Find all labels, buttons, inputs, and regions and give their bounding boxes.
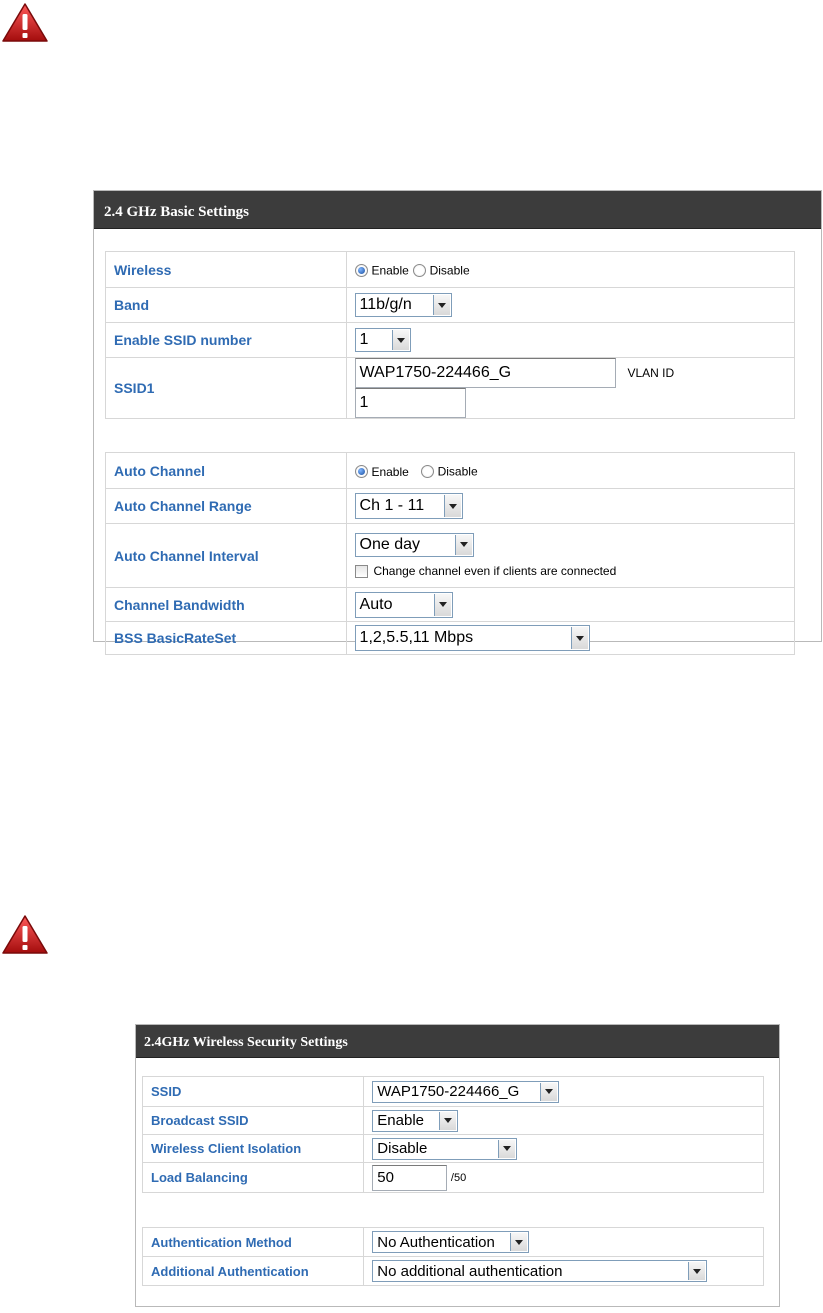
chevron-down-icon[interactable]: [443, 495, 461, 517]
panel-title: 2.4GHz Wireless Security Settings: [136, 1025, 779, 1058]
auto-channel-enable-label: Enable: [371, 464, 409, 479]
change-channel-checkbox[interactable]: [354, 564, 368, 578]
band-row: Band 11b/g/n: [105, 287, 796, 323]
auth-method-value: No Authentication: [377, 1233, 495, 1251]
broadcast-label: Broadcast SSID: [141, 1106, 365, 1135]
bandwidth-label: Channel Bandwidth: [105, 587, 347, 622]
channel-range-value: Ch 1 - 11: [359, 497, 425, 514]
isolation-label: Wireless Client Isolation: [141, 1134, 365, 1163]
ssid-number-select[interactable]: 1: [354, 328, 411, 352]
ssid-number-label: Enable SSID number: [105, 322, 347, 358]
bandwidth-value: Auto: [359, 595, 393, 613]
chevron-down-icon[interactable]: [498, 1139, 516, 1158]
wireless-enable-label: Enable: [371, 263, 409, 278]
load-balancing-input[interactable]: 50: [372, 1164, 448, 1191]
chevron-down-icon[interactable]: [432, 295, 450, 315]
wireless-disable-label: Disable: [429, 263, 470, 278]
additional-auth-label: Additional Authentication: [141, 1256, 365, 1286]
chevron-down-icon[interactable]: [688, 1262, 706, 1280]
additional-auth-select[interactable]: No additional authentication: [372, 1260, 708, 1282]
load-balancing-suffix: /50: [450, 1171, 467, 1184]
ssid1-label: SSID1: [105, 357, 347, 419]
auth-method-label: Authentication Method: [141, 1227, 365, 1257]
additional-auth-value: No additional authentication: [377, 1262, 563, 1280]
auto-channel-enable-radio[interactable]: [354, 465, 368, 479]
ssid1-input[interactable]: WAP1750-224466_G: [354, 358, 616, 388]
ssid-number-row: Enable SSID number 1: [105, 322, 796, 358]
panel-title: 2.4 GHz Basic Settings: [94, 191, 821, 229]
wireless-row: Wireless Enable Disable: [105, 251, 796, 288]
auto-channel-disable-radio[interactable]: [420, 465, 434, 479]
auto-channel-row: Auto Channel Enable Disable: [105, 452, 796, 489]
load-balancing-label: Load Balancing: [141, 1162, 365, 1193]
isolation-row: Wireless Client Isolation Disable: [141, 1134, 764, 1163]
wireless-enable-radio[interactable]: [354, 264, 368, 278]
chevron-down-icon[interactable]: [439, 1111, 457, 1130]
chevron-down-icon[interactable]: [433, 593, 451, 616]
channel-range-row: Auto Channel Range Ch 1 - 11: [105, 488, 796, 524]
band-select[interactable]: 11b/g/n: [354, 293, 452, 317]
channel-interval-row: Auto Channel Interval One day Change cha…: [105, 523, 796, 588]
spacer-row: [143, 1193, 764, 1228]
isolation-select[interactable]: Disable: [372, 1137, 518, 1160]
chevron-down-icon[interactable]: [454, 534, 472, 555]
channel-interval-select[interactable]: One day: [354, 532, 474, 557]
auth-method-select[interactable]: No Authentication: [372, 1231, 530, 1253]
channel-range-label: Auto Channel Range: [105, 488, 347, 524]
broadcast-select[interactable]: Enable: [372, 1109, 459, 1132]
change-channel-label: Change channel even if clients are conne…: [373, 564, 617, 579]
chevron-down-icon[interactable]: [510, 1233, 528, 1251]
chevron-down-icon[interactable]: [540, 1082, 558, 1101]
sec-ssid-label: SSID: [141, 1076, 365, 1107]
vlan-label: VLAN ID: [627, 366, 675, 380]
ssid1-row: SSID1 WAP1750-224466_G VLAN ID 1: [105, 357, 796, 419]
spacer-row: [106, 419, 795, 453]
auto-channel-disable-label: Disable: [437, 464, 478, 479]
load-balancing-row: Load Balancing 50 /50: [141, 1162, 764, 1193]
rateset-value: 1,2,5.5,11 Mbps: [359, 629, 474, 646]
chevron-down-icon[interactable]: [391, 330, 409, 350]
channel-interval-value: One day: [359, 535, 421, 553]
channel-interval-label: Auto Channel Interval: [105, 523, 347, 588]
rateset-row: BSS BasicRateSet 1,2,5.5,11 Mbps: [105, 621, 796, 655]
channel-range-select[interactable]: Ch 1 - 11: [354, 493, 463, 519]
wireless-options: Enable Disable: [345, 251, 796, 288]
isolation-value: Disable: [377, 1140, 428, 1157]
broadcast-row: Broadcast SSID Enable: [141, 1106, 764, 1135]
wireless-label: Wireless: [105, 251, 347, 288]
auth-method-row: Authentication Method No Authentication: [141, 1227, 764, 1257]
broadcast-value: Enable: [377, 1112, 424, 1129]
band-select-value: 11b/g/n: [359, 296, 412, 313]
security-settings-table: SSID WAP1750-224466_G Broadcast SSID Ena…: [141, 1076, 764, 1286]
additional-auth-row: Additional Authentication No additional …: [141, 1256, 764, 1286]
ssid-number-value: 1: [359, 331, 369, 348]
sec-ssid-value: WAP1750-224466_G: [377, 1083, 520, 1100]
bandwidth-select[interactable]: Auto: [354, 591, 453, 618]
basic-settings-table: Wireless Enable Disable Band 11b/g/n Ena…: [105, 251, 796, 655]
band-label: Band: [105, 287, 347, 323]
rateset-select[interactable]: 1,2,5.5,11 Mbps: [354, 625, 590, 651]
bandwidth-row: Channel Bandwidth Auto: [105, 587, 796, 622]
warning-icon: [0, 912, 52, 958]
auto-channel-label: Auto Channel: [105, 452, 347, 489]
chevron-down-icon[interactable]: [570, 627, 588, 649]
warning-icon: [0, 0, 52, 46]
sec-ssid-select[interactable]: WAP1750-224466_G: [372, 1080, 560, 1103]
rateset-label: BSS BasicRateSet: [105, 621, 347, 655]
vlan-input[interactable]: 1: [354, 388, 466, 418]
wireless-disable-radio[interactable]: [412, 264, 426, 278]
sec-ssid-row: SSID WAP1750-224466_G: [141, 1076, 764, 1107]
